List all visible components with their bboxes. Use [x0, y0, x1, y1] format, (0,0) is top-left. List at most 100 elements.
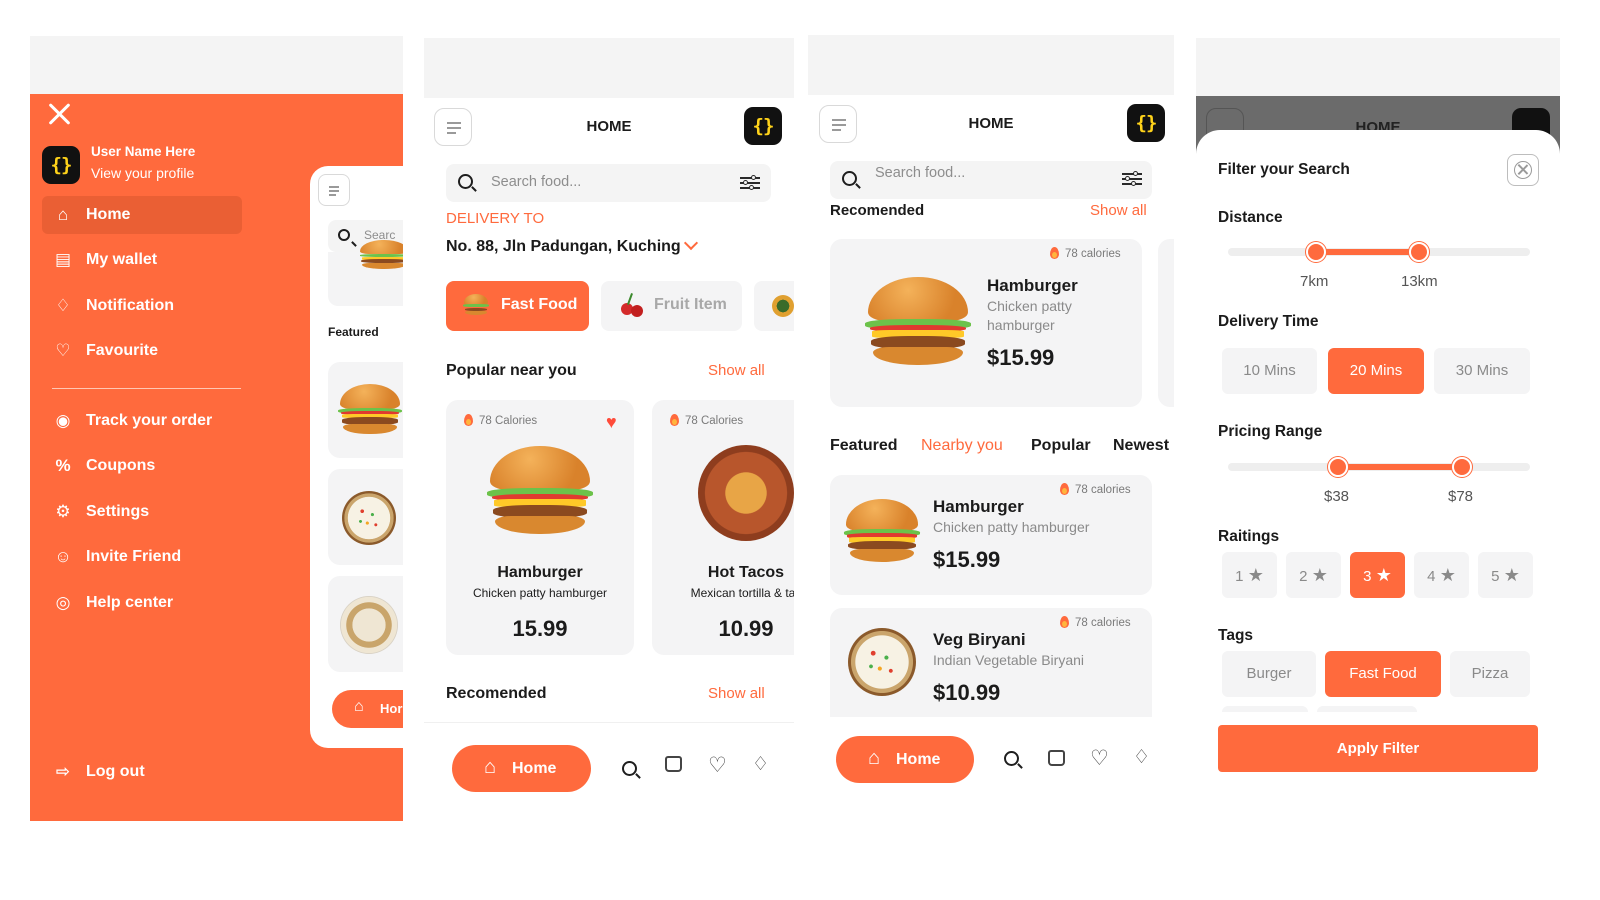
heart-icon[interactable]: ♡	[1090, 746, 1109, 771]
nav-home-button[interactable]: ⌂ Home	[836, 736, 974, 783]
price-max-handle[interactable]	[1452, 457, 1472, 477]
price-min-value: $38	[1324, 488, 1350, 505]
food-price: 10.99	[718, 616, 774, 641]
sidebar-item-home[interactable]: ⌂ Home	[42, 196, 242, 234]
calories-label: 78 calories	[1050, 247, 1121, 260]
food-card-tacos[interactable]: 78 Calories Hot Tacos Mexican tortilla &…	[652, 400, 794, 655]
recommended-show-all[interactable]: Show all	[1090, 202, 1147, 219]
tag-fast-food[interactable]: Fast Food	[1325, 651, 1441, 697]
food-card-hamburger[interactable]: 78 Calories ♥ Hamburger Chicken patty ha…	[446, 400, 634, 655]
sidebar-item-help[interactable]: ◎ Help center	[42, 584, 242, 622]
rating-option-2[interactable]: 2 ★	[1286, 552, 1341, 598]
apply-filter-button[interactable]: Apply Filter	[1218, 725, 1538, 772]
location-icon: ◉	[55, 411, 71, 430]
search-bar: Search food...	[446, 164, 771, 202]
home-icon: ⌂	[57, 205, 69, 224]
nav-search-icon[interactable]	[1004, 751, 1019, 766]
preview-featured-tab: Featured	[328, 325, 379, 339]
calories-label: 78 calories	[1060, 616, 1131, 629]
close-button[interactable]	[1507, 154, 1539, 186]
food-desc: Mexican tortilla & tac	[690, 586, 794, 600]
delivery-option-10[interactable]: 10 Mins	[1222, 348, 1317, 394]
home-preview[interactable]: Searc Featured ⌂ Hor	[310, 166, 403, 748]
sidebar-item-coupons[interactable]: % Coupons	[42, 447, 242, 485]
sidebar-item-track-order[interactable]: ◉ Track your order	[42, 402, 242, 440]
category-fast-food[interactable]: Fast Food	[446, 281, 589, 331]
tab-featured[interactable]: Featured	[830, 437, 898, 455]
delivery-address[interactable]: No. 88, Jln Padungan, Kuching	[446, 238, 681, 256]
sidebar-item-notification[interactable]: ♢ Notification	[42, 287, 242, 325]
tab-nearby[interactable]: Nearby you	[921, 437, 1003, 455]
bell-icon[interactable]: ♢	[752, 753, 769, 776]
popular-section-title: Popular near you	[446, 362, 577, 379]
sidebar-item-favourite[interactable]: ♡ Favourite	[42, 332, 242, 370]
preview-card	[328, 240, 403, 306]
delivery-option-30[interactable]: 30 Mins	[1434, 348, 1530, 394]
view-profile-link[interactable]: View your profile	[91, 165, 194, 181]
chevron-down-icon[interactable]	[683, 235, 699, 251]
search-input[interactable]: Search food...	[875, 165, 965, 181]
gear-icon: ⚙	[55, 502, 71, 521]
rating-option-3[interactable]: 3 ★	[1350, 552, 1405, 598]
list-item[interactable]: 78 calories Hamburger Chicken patty hamb…	[830, 475, 1152, 595]
food-price: $15.99	[933, 547, 1001, 572]
tab-newest[interactable]: Newest	[1113, 437, 1169, 455]
biryani-image	[848, 628, 916, 696]
tag-burger[interactable]: Burger	[1222, 651, 1316, 697]
close-icon[interactable]	[47, 102, 71, 126]
rating-option-4[interactable]: 4 ★	[1414, 552, 1469, 598]
heart-icon[interactable]: ♡	[708, 753, 727, 778]
nav-search-icon[interactable]	[622, 761, 637, 776]
home2-screen: HOME {} Search food... Recomended Show a…	[808, 35, 1174, 820]
list-item[interactable]: 78 calories Veg Biryani Indian Vegetable…	[830, 608, 1152, 728]
heart-icon[interactable]: ♥	[606, 412, 617, 433]
calories-label: 78 calories	[1060, 483, 1131, 496]
featured-food-card[interactable]: 78 calories Hamburger Chicken patty hamb…	[830, 239, 1142, 407]
food-name: Veg Biryani	[933, 630, 1026, 649]
rating-option-5[interactable]: 5 ★	[1478, 552, 1533, 598]
price-max-value: $78	[1448, 488, 1474, 505]
wrap-image	[340, 596, 398, 654]
recommended-show-all[interactable]: Show all	[708, 685, 765, 702]
search-input[interactable]: Search food...	[491, 174, 581, 190]
category-more[interactable]	[754, 281, 794, 331]
biryani-image	[342, 491, 396, 545]
delivery-option-20[interactable]: 20 Mins	[1328, 348, 1424, 394]
tags-label: Tags	[1218, 627, 1254, 644]
preview-home-button: ⌂ Hor	[332, 690, 403, 728]
hamburger-image	[360, 240, 403, 270]
distance-slider-fill	[1316, 249, 1420, 255]
distance-max-handle[interactable]	[1409, 242, 1429, 262]
food-price: $10.99	[933, 680, 1001, 705]
close-icon	[1514, 161, 1532, 179]
cart-icon[interactable]	[1048, 750, 1065, 766]
rating-option-1[interactable]: 1 ★	[1222, 552, 1277, 598]
preview-item	[328, 576, 403, 672]
food-price: $15.99	[987, 345, 1055, 370]
cart-icon[interactable]	[665, 756, 682, 772]
tab-popular[interactable]: Popular	[1031, 437, 1091, 455]
bell-icon[interactable]: ♢	[1133, 746, 1150, 769]
page-title: HOME	[968, 115, 1014, 132]
sidebar-item-settings[interactable]: ⚙ Settings	[42, 493, 242, 531]
filter-icon[interactable]	[1122, 171, 1142, 187]
tag-pizza[interactable]: Pizza	[1450, 651, 1530, 697]
sidebar-screen: {} User Name Here View your profile ⌂ Ho…	[30, 36, 403, 821]
nav-home-button[interactable]: ⌂ Home	[452, 745, 591, 792]
price-min-handle[interactable]	[1328, 457, 1348, 477]
sidebar-item-wallet[interactable]: ▤ My wallet	[42, 241, 242, 279]
tag-row-peek	[1222, 706, 1308, 712]
popular-show-all[interactable]: Show all	[708, 362, 765, 379]
star-icon: ★	[1311, 565, 1328, 585]
cherry-icon	[619, 293, 645, 319]
distance-min-handle[interactable]	[1306, 242, 1326, 262]
filter-icon[interactable]	[740, 175, 760, 191]
category-fruit-item[interactable]: Fruit Item	[601, 281, 742, 331]
search-bar: Search food...	[830, 161, 1152, 199]
page-title: HOME	[586, 118, 632, 135]
wallet-icon: ▤	[54, 250, 72, 269]
distance-label: Distance	[1218, 209, 1283, 226]
sidebar-item-invite[interactable]: ☺ Invite Friend	[42, 538, 242, 576]
star-icon: ★	[1439, 565, 1456, 585]
logout-button[interactable]: ⇨ Log out	[42, 753, 242, 791]
